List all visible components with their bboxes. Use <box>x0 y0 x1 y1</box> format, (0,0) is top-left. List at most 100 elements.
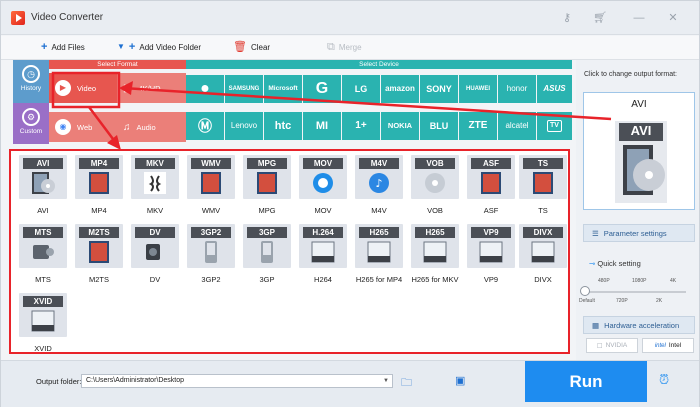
run-button[interactable]: Run <box>525 361 647 402</box>
format-vp9[interactable]: VP9 VP9 <box>467 224 515 284</box>
format-ts[interactable]: TS TS <box>519 155 567 215</box>
nvidia-toggle[interactable]: ☐ NVIDIA <box>586 338 638 353</box>
intel-toggle[interactable]: intel Intel <box>642 338 694 353</box>
select-device-header: Select Device <box>186 60 572 69</box>
play-icon: ▶ <box>55 80 71 96</box>
film-icon <box>257 172 277 194</box>
tick-1080p: 1080P <box>632 278 647 284</box>
format-label: MOV <box>314 206 332 215</box>
device-motorola[interactable]: Ⓜ <box>186 112 224 140</box>
tab-video[interactable]: ▶ Video <box>49 73 117 103</box>
intel-logo-icon: intel <box>654 342 666 349</box>
format-mov[interactable]: MOV MOV <box>299 155 347 215</box>
format-wmv[interactable]: WMV WMV <box>187 155 235 215</box>
motorola-icon: Ⓜ <box>198 118 212 134</box>
vp9-icon <box>479 241 503 263</box>
device-htc[interactable]: htc <box>264 112 302 140</box>
device-oneplus[interactable]: 1+ <box>342 112 380 140</box>
history-label: History <box>20 85 42 92</box>
format-m4v[interactable]: M4V ♪ M4V <box>355 155 403 215</box>
device-apple[interactable]: ● <box>186 75 224 103</box>
format-3gp[interactable]: 3GP 3GP <box>243 224 291 284</box>
tick-4k: 4K <box>670 278 677 284</box>
quick-setting-label: ⊸ Quick setting <box>589 259 641 268</box>
trash-icon: 🗑︎ <box>233 41 247 53</box>
add-video-folder-button[interactable]: ▼ + Add Video Folder <box>117 42 201 53</box>
select-format-header: Select Format <box>49 60 186 69</box>
cart-icon[interactable]: 🛒︎ <box>592 10 608 26</box>
format-m2ts[interactable]: M2TS M2TS <box>75 224 123 284</box>
tick-480p: 480P <box>598 278 610 284</box>
add-files-label: Add Files <box>51 42 85 52</box>
format-label: 3GP <box>259 275 275 284</box>
format-dv[interactable]: DV DV <box>131 224 179 284</box>
merge-label: Merge <box>338 42 362 52</box>
custom-category[interactable]: ⚙ Custom <box>13 103 49 144</box>
format-h265-mkv[interactable]: H265 H265 for MKV <box>411 224 459 284</box>
format-label: MPG <box>258 206 276 215</box>
tab-web[interactable]: ◉ Web <box>49 112 117 142</box>
device-huawei[interactable]: HUAWEI <box>459 75 497 103</box>
device-honor[interactable]: honor <box>498 75 536 103</box>
encoder-icon <box>31 310 55 332</box>
app-logo-icon <box>11 11 25 25</box>
tab-4k-hd[interactable]: ▣ 4K/HD <box>117 73 186 103</box>
browse-folder-icon[interactable]: 🗀︎ <box>401 374 412 393</box>
tab-audio[interactable]: ♫ Audio <box>117 112 186 142</box>
device-blu[interactable]: BLU <box>420 112 458 140</box>
format-label: WMV <box>201 206 221 215</box>
hardware-acceleration-button[interactable]: ▦ Hardware acceleration <box>583 316 695 334</box>
device-microsoft[interactable]: Microsoft <box>264 75 302 103</box>
gear-icon: ⚙ <box>22 108 40 126</box>
format-h264[interactable]: H.264 H264 <box>299 224 347 284</box>
format-label: H265 for MKV <box>411 275 459 284</box>
clear-button[interactable]: 🗑︎ Clear <box>233 41 270 53</box>
device-amazon[interactable]: amazon <box>381 75 419 103</box>
device-zte[interactable]: ZTE <box>459 112 497 140</box>
output-format-name: AVI <box>631 99 647 110</box>
output-format-selector[interactable]: AVI AVI <box>583 92 695 210</box>
device-tv[interactable]: TV <box>537 112 572 140</box>
device-nokia[interactable]: NOKIA <box>381 112 419 140</box>
device-lenovo[interactable]: Lenovo <box>225 112 263 140</box>
device-google[interactable]: G <box>303 75 341 103</box>
device-asus[interactable]: ASUS <box>537 75 572 103</box>
minimize-icon[interactable]: — <box>631 10 647 26</box>
key-icon[interactable]: ⚷ <box>559 10 575 26</box>
quality-slider-track[interactable] <box>586 291 686 293</box>
parameter-settings-button[interactable]: ☰ Parameter settings <box>583 224 695 242</box>
quality-slider-handle[interactable] <box>580 286 590 296</box>
format-label: MKV <box>146 206 164 215</box>
chevron-down-icon[interactable]: ▼ <box>380 375 392 387</box>
open-output-icon[interactable]: ▣ <box>455 374 465 387</box>
format-mp4[interactable]: MP4 MP4 <box>75 155 123 215</box>
apple-icon: ● <box>200 80 210 97</box>
format-asf[interactable]: ASF ASF <box>467 155 515 215</box>
add-files-button[interactable]: + Add Files <box>41 42 85 53</box>
device-alcatel[interactable]: alcatel <box>498 112 536 140</box>
hevc-icon <box>367 241 391 263</box>
format-mpg[interactable]: MPG MPG <box>243 155 291 215</box>
alarm-clock-icon[interactable]: ⏰︎ <box>659 372 669 388</box>
format-mts[interactable]: MTS MTS <box>19 224 67 284</box>
close-icon[interactable]: ✕ <box>665 10 681 26</box>
device-samsung[interactable]: SAMSUNG <box>225 75 263 103</box>
format-divx[interactable]: DIVX DIVX <box>519 224 567 284</box>
device-lg[interactable]: LG <box>342 75 380 103</box>
format-avi[interactable]: AVI AVI <box>19 155 67 215</box>
format-grid: AVI AVI MP4 MP4 MKV MKV WMV WMV MPG MPG … <box>9 149 570 354</box>
format-3gp2[interactable]: 3GP2 3GP2 <box>187 224 235 284</box>
device-xiaomi[interactable]: MI <box>303 112 341 140</box>
device-sony[interactable]: SONY <box>420 75 458 103</box>
output-folder-field[interactable]: C:\Users\Administrator\Desktop ▼ <box>81 374 393 388</box>
film-icon <box>89 241 109 263</box>
history-category[interactable]: ◷ History <box>13 60 49 103</box>
format-xvid[interactable]: XVID XVID <box>19 293 67 353</box>
quicktime-icon <box>313 173 333 193</box>
merge-button[interactable]: ⧉ Merge <box>327 42 362 53</box>
format-vob[interactable]: VOB VOB <box>411 155 459 215</box>
format-mkv[interactable]: MKV MKV <box>131 155 179 215</box>
clock-icon: ◷ <box>22 65 40 83</box>
format-label: H264 <box>314 275 332 284</box>
format-h265-mp4[interactable]: H265 H265 for MP4 <box>355 224 403 284</box>
